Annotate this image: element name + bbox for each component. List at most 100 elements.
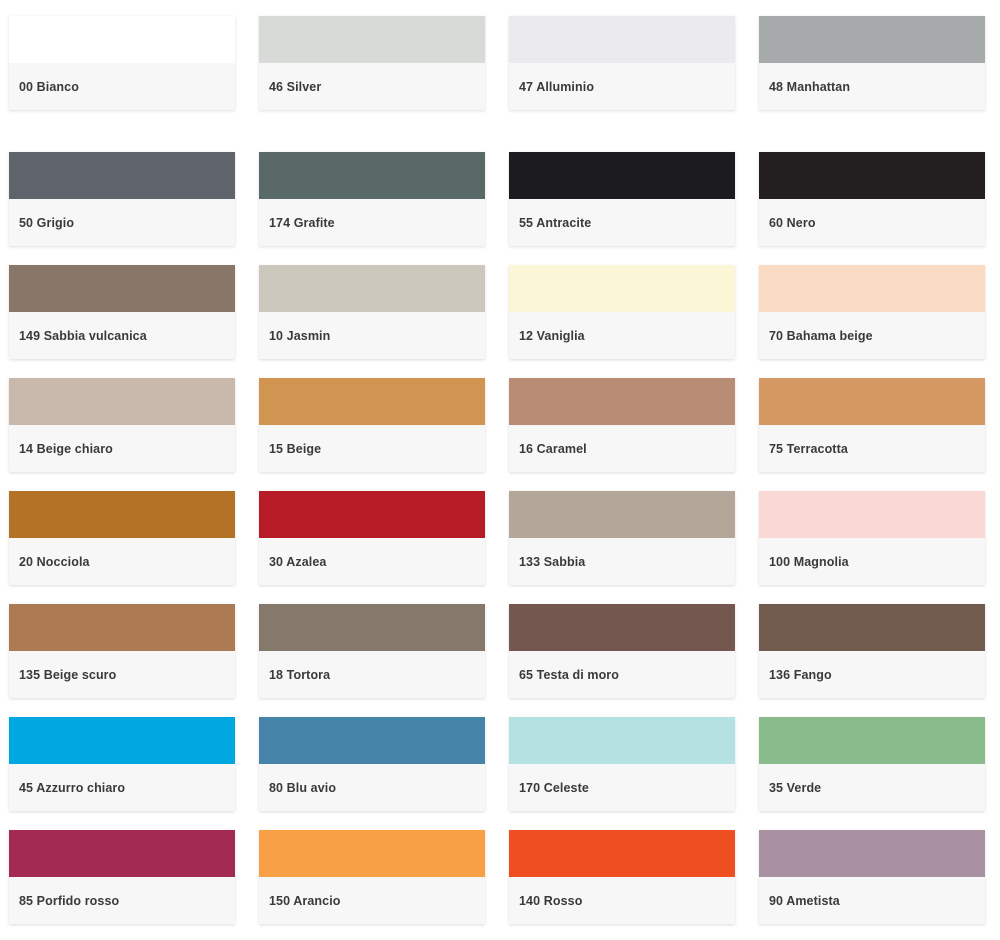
color-card-90-ametista[interactable]: 90 Ametista — [759, 830, 985, 924]
color-label: 47 Alluminio — [519, 79, 595, 94]
color-card-14-beige-chiaro[interactable]: 14 Beige chiaro — [9, 378, 235, 472]
color-card-170-celeste[interactable]: 170 Celeste — [509, 717, 735, 811]
color-label: 16 Caramel — [519, 441, 587, 456]
color-label: 12 Vaniglia — [519, 328, 585, 343]
color-label: 18 Tortora — [269, 667, 331, 682]
color-card-18-tortora[interactable]: 18 Tortora — [259, 604, 485, 698]
color-label: 75 Terracotta — [769, 441, 848, 456]
color-label: 50 Grigio — [19, 215, 75, 230]
color-card-45-azzurro-chiaro[interactable]: 45 Azzurro chiaro — [9, 717, 235, 811]
color-label: 10 Jasmin — [269, 328, 331, 343]
color-label: 170 Celeste — [519, 780, 589, 795]
color-label: 140 Rosso — [519, 893, 583, 908]
color-card-46-silver[interactable]: 46 Silver — [259, 16, 485, 110]
color-swatch — [259, 16, 485, 63]
color-card-85-porfido-rosso[interactable]: 85 Porfido rosso — [9, 830, 235, 924]
color-label: 20 Nocciola — [19, 554, 90, 569]
color-card-00-bianco[interactable]: 00 Bianco — [9, 16, 235, 110]
color-card-12-vaniglia[interactable]: 12 Vaniglia — [509, 265, 735, 359]
color-label: 00 Bianco — [19, 79, 79, 94]
color-swatch — [259, 604, 485, 651]
swatch-row: 50 Grigio 174 Grafite 55 Antracite 60 Ne… — [9, 152, 985, 246]
color-card-140-rosso[interactable]: 140 Rosso — [509, 830, 735, 924]
color-swatch — [759, 717, 985, 764]
color-card-15-beige[interactable]: 15 Beige — [259, 378, 485, 472]
color-label: 48 Manhattan — [769, 79, 851, 94]
color-card-16-caramel[interactable]: 16 Caramel — [509, 378, 735, 472]
color-swatch — [509, 491, 735, 538]
color-card-48-manhattan[interactable]: 48 Manhattan — [759, 16, 985, 110]
color-swatch — [759, 830, 985, 877]
color-card-10-jasmin[interactable]: 10 Jasmin — [259, 265, 485, 359]
color-swatch — [509, 378, 735, 425]
color-label: 65 Testa di moro — [519, 667, 620, 682]
color-label: 80 Blu avio — [269, 780, 337, 795]
color-card-136-fango[interactable]: 136 Fango — [759, 604, 985, 698]
color-label: 14 Beige chiaro — [19, 441, 113, 456]
color-swatch — [509, 717, 735, 764]
color-swatch — [9, 152, 235, 199]
color-card-35-verde[interactable]: 35 Verde — [759, 717, 985, 811]
color-swatch — [759, 265, 985, 312]
color-swatch — [259, 830, 485, 877]
color-swatch — [9, 717, 235, 764]
color-card-150-arancio[interactable]: 150 Arancio — [259, 830, 485, 924]
color-palette-page: { "rows": [ [ {"label": "00 Bianco", "co… — [0, 0, 1000, 940]
color-swatch — [9, 491, 235, 538]
color-label: 60 Nero — [769, 215, 816, 230]
color-swatch — [509, 830, 735, 877]
color-swatch — [259, 378, 485, 425]
color-swatch-grid: 00 Bianco 46 Silver 47 Alluminio 48 Manh… — [9, 16, 985, 924]
color-swatch — [509, 16, 735, 63]
color-swatch — [759, 378, 985, 425]
color-card-47-alluminio[interactable]: 47 Alluminio — [509, 16, 735, 110]
color-swatch — [759, 16, 985, 63]
color-card-50-grigio[interactable]: 50 Grigio — [9, 152, 235, 246]
color-swatch — [9, 265, 235, 312]
color-label: 35 Verde — [769, 780, 822, 795]
color-swatch — [759, 604, 985, 651]
color-card-30-azalea[interactable]: 30 Azalea — [259, 491, 485, 585]
color-label: 46 Silver — [269, 79, 322, 94]
swatch-row: 149 Sabbia vulcanica 10 Jasmin 12 Vanigl… — [9, 265, 985, 359]
color-card-60-nero[interactable]: 60 Nero — [759, 152, 985, 246]
swatch-row: 85 Porfido rosso 150 Arancio 140 Rosso 9… — [9, 830, 985, 924]
color-card-55-antracite[interactable]: 55 Antracite — [509, 152, 735, 246]
color-swatch — [759, 152, 985, 199]
color-card-70-bahama-beige[interactable]: 70 Bahama beige — [759, 265, 985, 359]
color-swatch — [259, 491, 485, 538]
color-card-80-blu-avio[interactable]: 80 Blu avio — [259, 717, 485, 811]
color-label: 70 Bahama beige — [769, 328, 873, 343]
color-swatch — [509, 152, 735, 199]
color-swatch — [259, 152, 485, 199]
color-label: 174 Grafite — [269, 215, 335, 230]
color-label: 136 Fango — [769, 667, 832, 682]
color-label: 135 Beige scuro — [19, 667, 117, 682]
color-label: 133 Sabbia — [519, 554, 586, 569]
swatch-row: 135 Beige scuro 18 Tortora 65 Testa di m… — [9, 604, 985, 698]
color-swatch — [509, 604, 735, 651]
color-card-135-beige-scuro[interactable]: 135 Beige scuro — [9, 604, 235, 698]
swatch-row: 45 Azzurro chiaro 80 Blu avio 170 Celest… — [9, 717, 985, 811]
color-swatch — [9, 604, 235, 651]
color-card-174-grafite[interactable]: 174 Grafite — [259, 152, 485, 246]
color-card-149-sabbia-vulcanica[interactable]: 149 Sabbia vulcanica — [9, 265, 235, 359]
color-label: 149 Sabbia vulcanica — [19, 328, 147, 343]
swatch-row: 20 Nocciola 30 Azalea 133 Sabbia 100 Mag… — [9, 491, 985, 585]
color-label: 100 Magnolia — [769, 554, 849, 569]
color-card-20-nocciola[interactable]: 20 Nocciola — [9, 491, 235, 585]
color-swatch — [9, 378, 235, 425]
color-label: 55 Antracite — [519, 215, 592, 230]
color-card-133-sabbia[interactable]: 133 Sabbia — [509, 491, 735, 585]
color-label: 90 Ametista — [769, 893, 840, 908]
color-card-75-terracotta[interactable]: 75 Terracotta — [759, 378, 985, 472]
color-swatch — [509, 265, 735, 312]
color-card-100-magnolia[interactable]: 100 Magnolia — [759, 491, 985, 585]
swatch-row: 14 Beige chiaro 15 Beige 16 Caramel 75 T… — [9, 378, 985, 472]
color-label: 15 Beige — [269, 441, 322, 456]
color-label: 85 Porfido rosso — [19, 893, 120, 908]
color-swatch — [9, 16, 235, 63]
color-card-65-testa-di-moro[interactable]: 65 Testa di moro — [509, 604, 735, 698]
color-label: 30 Azalea — [269, 554, 327, 569]
color-swatch — [259, 265, 485, 312]
